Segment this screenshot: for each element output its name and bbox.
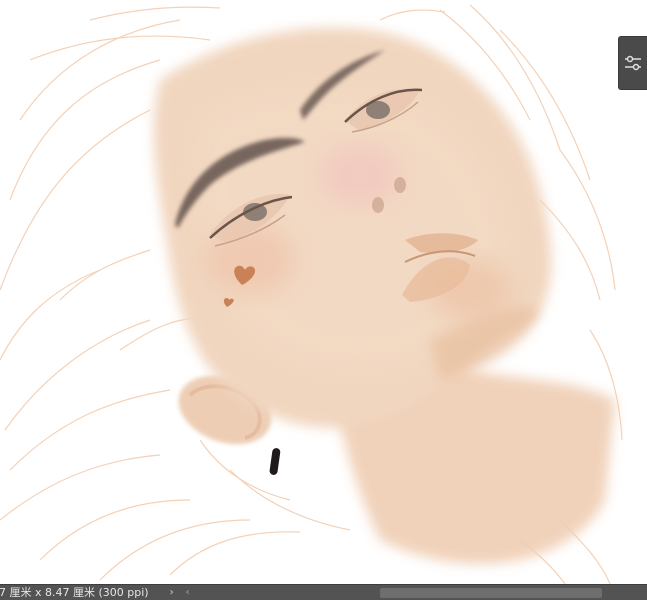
sliders-icon — [625, 55, 641, 71]
status-bar: 47 厘米 x 8.47 厘米 (300 ppi) › ‹ — [0, 584, 647, 600]
painting-artwork — [0, 4, 623, 584]
drawing-canvas[interactable] — [0, 0, 647, 584]
status-expand-arrow-icon[interactable]: › — [167, 585, 177, 600]
scroll-left-arrow-icon[interactable]: ‹ — [183, 585, 193, 600]
panel-toggle-button[interactable] — [618, 36, 647, 90]
document-size-info[interactable]: 47 厘米 x 8.47 厘米 (300 ppi) — [0, 585, 149, 600]
horizontal-scrollbar-thumb[interactable] — [380, 588, 602, 598]
face-shape — [153, 27, 552, 428]
earring — [269, 448, 281, 475]
